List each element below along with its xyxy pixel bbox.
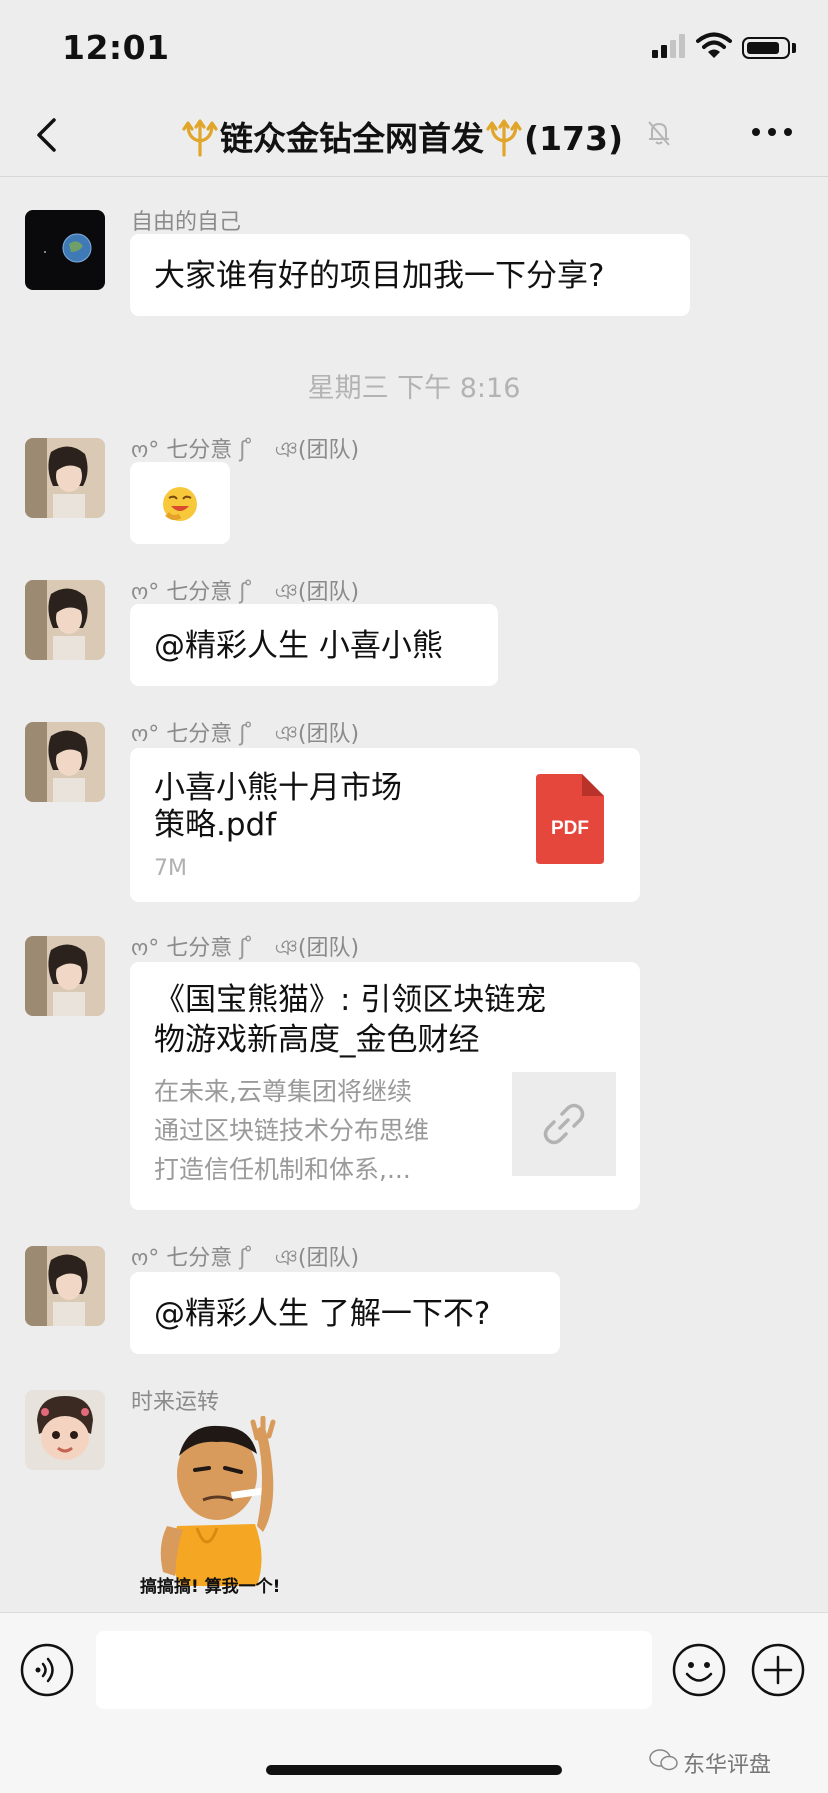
status-bar: 12:01: [0, 0, 828, 96]
message-text: @精彩人生 了解一下不?: [154, 1296, 491, 1332]
message-bubble[interactable]: @精彩人生 小喜小熊: [130, 604, 498, 686]
message-input[interactable]: [96, 1631, 652, 1709]
sender-name: 时来运转: [131, 1390, 220, 1415]
chat-title-text: 链众金钻全网首发: [220, 119, 484, 158]
sticker-caption: 搞搞搞! 算我一个!: [140, 1577, 281, 1597]
wifi-icon: [696, 32, 732, 58]
input-bar: 东华评盘: [0, 1612, 828, 1793]
pdf-icon: PDF: [536, 774, 604, 864]
avatar[interactable]: [25, 438, 105, 518]
link-card[interactable]: 《国宝熊猫》: 引领区块链宠 物游戏新高度_金色财经 在未来,云尊集团将继续 通…: [130, 962, 640, 1210]
file-name: 小喜小熊十月市场 策略.pdf: [154, 770, 402, 843]
wechat-logo-icon: [649, 1749, 678, 1771]
sender-name: 自由的自己: [131, 210, 242, 235]
emoji-sticker-icon: [163, 487, 197, 521]
trident-icon: [486, 119, 522, 157]
file-message[interactable]: 小喜小熊十月市场 策略.pdf 7M PDF: [130, 748, 640, 902]
file-size: 7M: [154, 856, 187, 881]
message-bubble[interactable]: [130, 462, 230, 544]
emoji-icon[interactable]: [672, 1643, 726, 1697]
timestamp: 星期三 下午 8:16: [307, 373, 521, 404]
back-arrow-icon[interactable]: [28, 110, 68, 160]
message-text: @精彩人生 小喜小熊: [154, 628, 443, 664]
link-thumbnail: [512, 1072, 616, 1176]
avatar[interactable]: [25, 936, 105, 1016]
sticker-image[interactable]: [137, 1416, 317, 1598]
more-dots-icon[interactable]: [748, 122, 796, 142]
link-title: 《国宝熊猫》: 引领区块链宠 物游戏新高度_金色财经: [154, 982, 547, 1058]
link-description: 在未来,云尊集团将继续 通过区块链技术分布思维 打造信任机制和体系,...: [154, 1077, 430, 1184]
member-count: (173): [524, 119, 624, 158]
avatar[interactable]: [25, 1390, 105, 1470]
avatar[interactable]: [25, 1246, 105, 1326]
avatar[interactable]: [25, 580, 105, 660]
signal-icon: [652, 34, 685, 58]
chat-header: 链众金钻全网首发 (173): [0, 96, 828, 177]
status-time: 12:01: [62, 28, 170, 67]
watermark: 东华评盘: [649, 1747, 771, 1779]
message-text: 大家谁有好的项目加我一下分享?: [154, 258, 605, 294]
battery-icon: [742, 37, 790, 59]
trident-icon: [182, 119, 218, 157]
chat-title: 链众金钻全网首发 (173): [180, 112, 623, 160]
message-bubble[interactable]: 大家谁有好的项目加我一下分享?: [130, 234, 690, 316]
mute-bell-icon: [648, 121, 670, 146]
avatar[interactable]: [25, 210, 105, 290]
home-indicator: [266, 1765, 562, 1775]
link-icon: [543, 1103, 585, 1145]
voice-icon[interactable]: [20, 1643, 74, 1697]
avatar[interactable]: [25, 722, 105, 802]
plus-icon[interactable]: [751, 1643, 805, 1697]
message-bubble[interactable]: @精彩人生 了解一下不?: [130, 1272, 560, 1354]
